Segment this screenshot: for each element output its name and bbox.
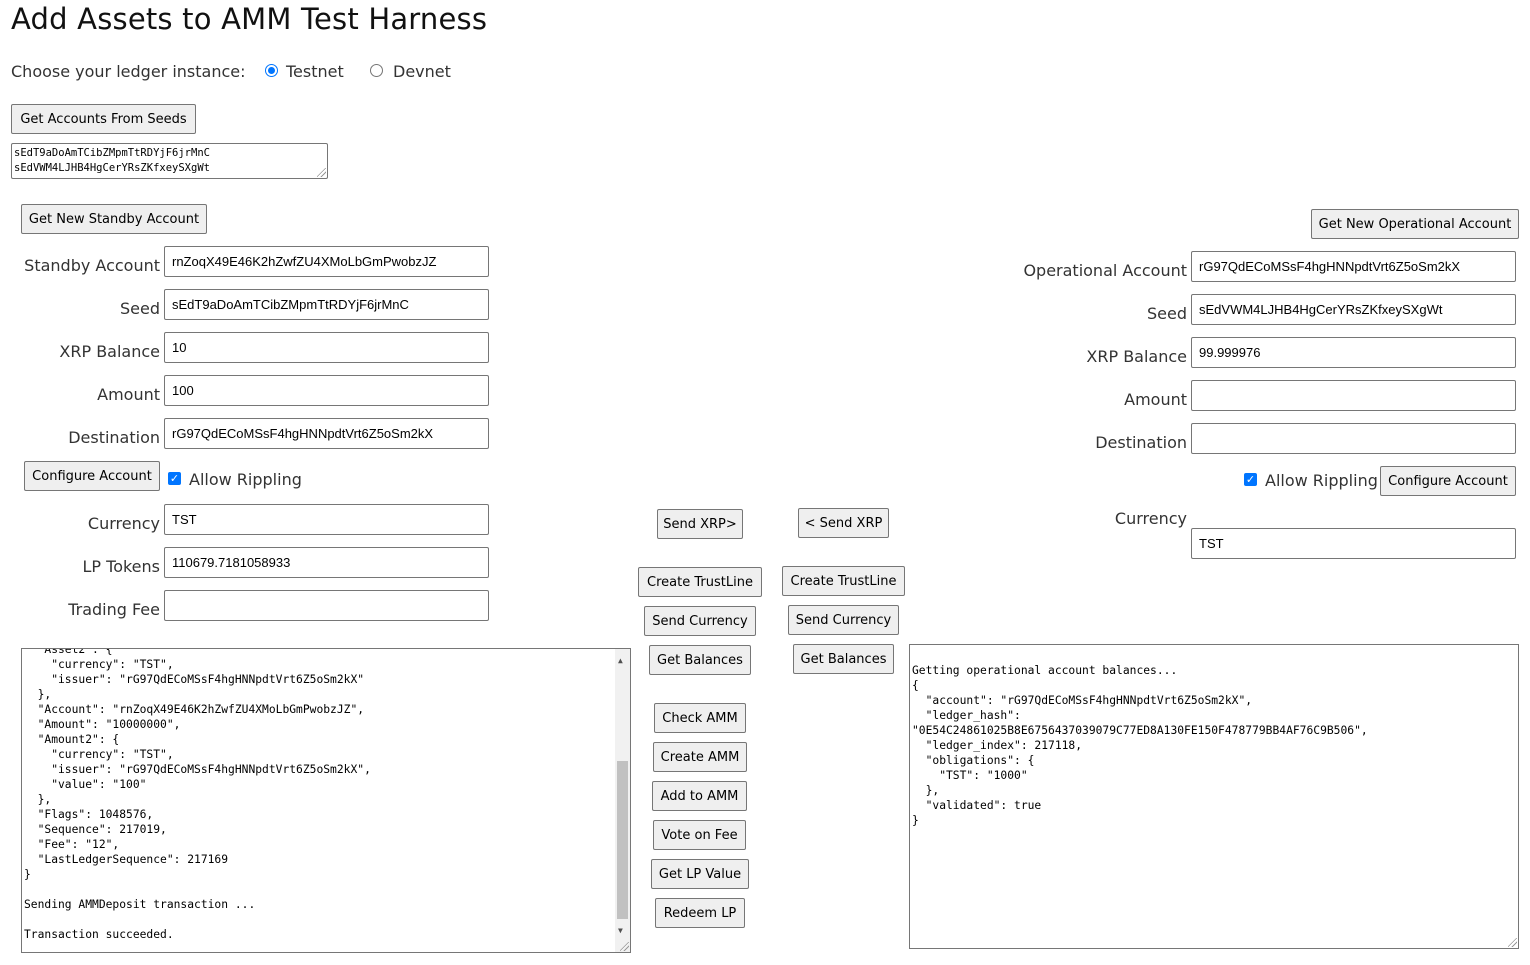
standby-lp-tokens-field[interactable]: 110679.7181058933: [164, 547, 489, 578]
operational-configure-account-button[interactable]: Configure Account: [1380, 466, 1516, 496]
send-xrp-to-standby-button[interactable]: < Send XRP: [798, 508, 889, 538]
standby-create-trustline-button[interactable]: Create TrustLine: [638, 567, 762, 597]
operational-amount-label: Amount: [1124, 390, 1187, 409]
standby-results-scrollbar[interactable]: ▲ ▼: [615, 649, 630, 952]
add-to-amm-button[interactable]: Add to AMM: [652, 781, 747, 811]
ledger-prompt: Choose your ledger instance:: [11, 62, 246, 81]
send-xrp-to-operational-button[interactable]: Send XRP>: [657, 509, 743, 539]
standby-amount-field[interactable]: 100: [164, 375, 489, 406]
standby-results-textarea[interactable]: "Asset2": { "currency": "TST", "issuer":…: [21, 648, 631, 953]
scroll-thumb[interactable]: [617, 761, 628, 919]
operational-allow-rippling-checkbox[interactable]: ✓: [1244, 473, 1257, 486]
operational-results-text: Getting operational account balances... …: [912, 664, 1368, 827]
operational-results-textarea[interactable]: Getting operational account balances... …: [909, 644, 1519, 949]
standby-trading-fee-label: Trading Fee: [68, 600, 160, 619]
redeem-lp-button[interactable]: Redeem LP: [655, 898, 745, 928]
standby-destination-field[interactable]: rG97QdECoMSsF4hgHNNpdtVrt6Z5oSm2kX: [164, 418, 489, 449]
operational-amount-field[interactable]: [1191, 380, 1516, 411]
scroll-up-icon[interactable]: ▲: [618, 653, 623, 668]
standby-seed-field[interactable]: sEdT9aDoAmTCibZMpmTtRDYjF6jrMnC: [164, 289, 489, 320]
get-new-operational-account-button[interactable]: Get New Operational Account: [1311, 209, 1519, 239]
standby-allow-rippling-checkbox[interactable]: ✓: [168, 472, 181, 485]
operational-xrp-balance-label: XRP Balance: [1086, 347, 1187, 366]
standby-send-currency-button[interactable]: Send Currency: [644, 606, 756, 636]
create-amm-button[interactable]: Create AMM: [653, 742, 747, 772]
seeds-textarea[interactable]: sEdT9aDoAmTCibZMpmTtRDYjF6jrMnC sEdVWM4L…: [11, 143, 328, 179]
standby-destination-label: Destination: [68, 428, 160, 447]
operational-send-currency-button[interactable]: Send Currency: [788, 605, 899, 635]
standby-configure-account-button[interactable]: Configure Account: [24, 461, 160, 491]
vote-on-fee-button[interactable]: Vote on Fee: [653, 820, 746, 850]
operational-seed-field[interactable]: sEdVWM4LJHB4HgCerYRsZKfxeySXgWt: [1191, 294, 1516, 325]
standby-get-balances-button[interactable]: Get Balances: [649, 645, 751, 675]
standby-account-label: Standby Account: [24, 256, 160, 275]
resize-grip-icon[interactable]: [1508, 938, 1517, 947]
operational-account-label: Operational Account: [1023, 261, 1187, 280]
operational-allow-rippling-label: Allow Rippling: [1265, 471, 1378, 490]
radio-devnet-label: Devnet: [393, 62, 451, 81]
standby-currency-field[interactable]: TST: [164, 504, 489, 535]
operational-currency-field[interactable]: TST: [1191, 528, 1516, 559]
standby-currency-label: Currency: [87, 514, 160, 533]
operational-account-field[interactable]: rG97QdECoMSsF4hgHNNpdtVrt6Z5oSm2kX: [1191, 251, 1516, 282]
get-lp-value-button[interactable]: Get LP Value: [651, 859, 749, 889]
operational-destination-field[interactable]: [1191, 423, 1516, 454]
standby-allow-rippling-label: Allow Rippling: [189, 470, 302, 489]
page-title: Add Assets to AMM Test Harness: [11, 2, 488, 36]
standby-lp-tokens-label: LP Tokens: [82, 557, 160, 576]
radio-devnet[interactable]: [370, 64, 383, 77]
standby-seed-label: Seed: [120, 299, 160, 318]
scroll-down-icon[interactable]: ▼: [618, 923, 623, 938]
seed-line: sEdVWM4LJHB4HgCerYRsZKfxeySXgWt: [14, 162, 210, 174]
seed-line: sEdT9aDoAmTCibZMpmTtRDYjF6jrMnC: [14, 147, 210, 159]
standby-xrp-balance-label: XRP Balance: [59, 342, 160, 361]
check-amm-button[interactable]: Check AMM: [654, 703, 746, 733]
get-new-standby-account-button[interactable]: Get New Standby Account: [21, 204, 207, 234]
resize-grip-icon[interactable]: [317, 168, 326, 177]
radio-testnet[interactable]: [265, 64, 278, 77]
operational-currency-label: Currency: [1114, 509, 1187, 528]
operational-create-trustline-button[interactable]: Create TrustLine: [782, 566, 905, 596]
operational-xrp-balance-field[interactable]: 99.999976: [1191, 337, 1516, 368]
standby-account-field[interactable]: rnZoqX49E46K2hZwfZU4XMoLbGmPwobzJZ: [164, 246, 489, 277]
standby-amount-label: Amount: [97, 385, 160, 404]
operational-get-balances-button[interactable]: Get Balances: [793, 644, 894, 674]
standby-results-text: "Asset2": { "currency": "TST", "issuer":…: [24, 648, 371, 941]
get-accounts-from-seeds-button[interactable]: Get Accounts From Seeds: [11, 104, 196, 134]
operational-seed-label: Seed: [1147, 304, 1187, 323]
radio-testnet-label: Testnet: [286, 62, 344, 81]
standby-trading-fee-field[interactable]: [164, 590, 489, 621]
standby-xrp-balance-field[interactable]: 10: [164, 332, 489, 363]
resize-grip-icon[interactable]: [620, 942, 629, 951]
operational-destination-label: Destination: [1095, 433, 1187, 452]
